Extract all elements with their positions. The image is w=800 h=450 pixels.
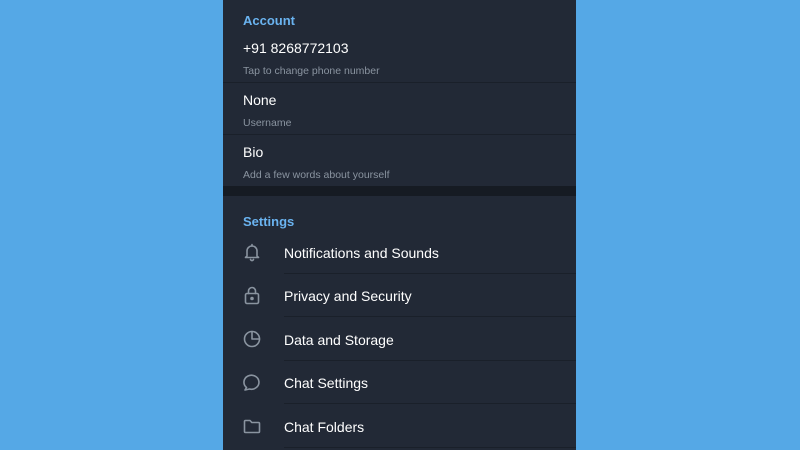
settings-item-label: Chat Folders bbox=[284, 419, 365, 435]
folder-icon bbox=[241, 415, 263, 437]
username-value: None bbox=[243, 92, 277, 108]
username-row[interactable]: None Username bbox=[223, 92, 576, 144]
pie-chart-icon bbox=[241, 328, 263, 350]
divider bbox=[284, 447, 576, 448]
lock-icon bbox=[241, 284, 263, 306]
settings-item-label: Chat Settings bbox=[284, 375, 369, 391]
settings-item-privacy[interactable]: Privacy and Security bbox=[223, 274, 576, 317]
settings-item-chat-folders[interactable]: Chat Folders bbox=[223, 405, 576, 448]
chat-bubble-icon bbox=[241, 371, 263, 393]
bio-value: Bio bbox=[243, 144, 264, 160]
divider bbox=[223, 134, 576, 135]
username-hint: Username bbox=[243, 117, 292, 129]
settings-section-header: Settings bbox=[243, 214, 295, 229]
settings-item-notifications[interactable]: Notifications and Sounds bbox=[223, 231, 576, 274]
account-section-header: Account bbox=[243, 13, 295, 28]
settings-item-label: Notifications and Sounds bbox=[284, 245, 439, 261]
phone-number-row[interactable]: +91 8268772103 Tap to change phone numbe… bbox=[223, 40, 576, 92]
phone-number-hint: Tap to change phone number bbox=[243, 65, 380, 77]
settings-item-label: Data and Storage bbox=[284, 332, 394, 348]
bell-icon bbox=[241, 241, 263, 263]
divider bbox=[284, 316, 576, 317]
phone-number-value: +91 8268772103 bbox=[243, 40, 349, 56]
settings-screen: Account +91 8268772103 Tap to change pho… bbox=[223, 0, 576, 450]
bio-hint: Add a few words about yourself bbox=[243, 169, 390, 181]
divider bbox=[223, 82, 576, 83]
settings-item-chat-settings[interactable]: Chat Settings bbox=[223, 361, 576, 404]
settings-item-data-storage[interactable]: Data and Storage bbox=[223, 318, 576, 361]
section-divider bbox=[223, 186, 576, 196]
divider bbox=[284, 403, 576, 404]
settings-item-label: Privacy and Security bbox=[284, 288, 412, 304]
